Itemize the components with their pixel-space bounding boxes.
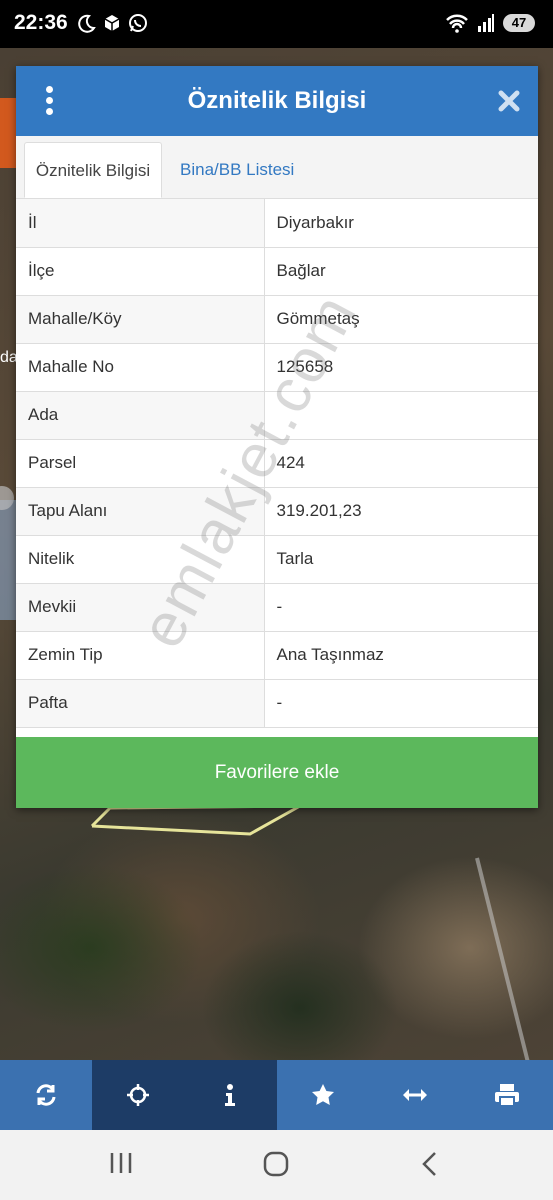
row-key: Zemin Tip: [16, 631, 265, 680]
locate-icon: [127, 1084, 150, 1106]
home-icon[interactable]: [262, 1150, 290, 1178]
info-icon: [225, 1084, 236, 1106]
row-value: [264, 391, 538, 440]
row-key: Pafta: [16, 679, 265, 728]
row-value: Bağlar: [264, 247, 538, 296]
table-row: Pafta -: [16, 679, 538, 728]
battery-indicator: 47: [503, 14, 535, 32]
row-value: 125658: [264, 343, 538, 392]
row-key: Nitelik: [16, 535, 265, 584]
more-vertical-icon[interactable]: [44, 86, 56, 116]
row-key: Ada: [16, 391, 265, 440]
print-button[interactable]: [461, 1060, 553, 1130]
table-row: Zemin Tip Ana Taşınmaz: [16, 631, 538, 680]
row-value: -: [264, 583, 538, 632]
table-row: Mahalle No 125658: [16, 343, 538, 392]
table-row: Mahalle/Köy Gömmetaş: [16, 295, 538, 344]
row-value: 319.201,23: [264, 487, 538, 536]
tab-bar: Öznitelik Bilgisi Bina/BB Listesi: [16, 136, 538, 199]
add-to-favorites-button[interactable]: Favorilere ekle: [16, 737, 538, 808]
table-row: Mevkii -: [16, 583, 538, 632]
status-bar: 22:36 47: [0, 0, 553, 48]
table-row: İlçe Bağlar: [16, 247, 538, 296]
recent-apps-icon[interactable]: [108, 1150, 134, 1176]
moon-icon: [78, 14, 96, 33]
table-row: Nitelik Tarla: [16, 535, 538, 584]
star-icon: [311, 1084, 334, 1105]
tab-building-list[interactable]: Bina/BB Listesi: [180, 142, 294, 198]
back-icon[interactable]: [418, 1150, 442, 1178]
table-row: İl Diyarbakır: [16, 199, 538, 248]
row-key: İlçe: [16, 247, 265, 296]
row-key: Mahalle/Köy: [16, 295, 265, 344]
info-button[interactable]: [184, 1060, 277, 1130]
signal-icon: [478, 14, 494, 32]
row-value: 424: [264, 439, 538, 488]
tab-attribute-info[interactable]: Öznitelik Bilgisi: [24, 142, 162, 198]
package-icon: [104, 15, 120, 31]
whatsapp-icon: [129, 14, 147, 32]
measure-button[interactable]: [369, 1060, 461, 1130]
row-value: Ana Taşınmaz: [264, 631, 538, 680]
status-time: 22:36: [14, 11, 68, 34]
wifi-icon: [446, 14, 468, 33]
row-value: Tarla: [264, 535, 538, 584]
table-row: Parsel 424: [16, 439, 538, 488]
row-key: Mevkii: [16, 583, 265, 632]
row-key: Tapu Alanı: [16, 487, 265, 536]
row-key: Mahalle No: [16, 343, 265, 392]
row-value: -: [264, 679, 538, 728]
refresh-button[interactable]: [0, 1060, 92, 1130]
table-row: Tapu Alanı 319.201,23: [16, 487, 538, 536]
row-key: Parsel: [16, 439, 265, 488]
attribute-table: İl Diyarbakır İlçe Bağlar Mahalle/Köy Gömme…: [16, 199, 538, 728]
row-key: İl: [16, 199, 265, 248]
favorites-button[interactable]: [277, 1060, 369, 1130]
locate-button[interactable]: [92, 1060, 185, 1130]
row-value: Gömmetaş: [264, 295, 538, 344]
dialog-title: Öznitelik Bilgisi: [187, 87, 367, 114]
close-icon[interactable]: [498, 90, 520, 112]
map-toolbar: [0, 1060, 553, 1130]
attribute-dialog: Öznitelik Bilgisi Öznitelik Bilgisi Bina…: [16, 66, 538, 808]
measure-icon: [402, 1089, 427, 1101]
table-row: Ada: [16, 391, 538, 440]
system-navigation-bar: [0, 1130, 553, 1200]
dialog-header: Öznitelik Bilgisi: [16, 66, 538, 136]
row-value: Diyarbakır: [264, 199, 538, 248]
refresh-icon: [36, 1084, 56, 1106]
print-icon: [494, 1084, 519, 1107]
